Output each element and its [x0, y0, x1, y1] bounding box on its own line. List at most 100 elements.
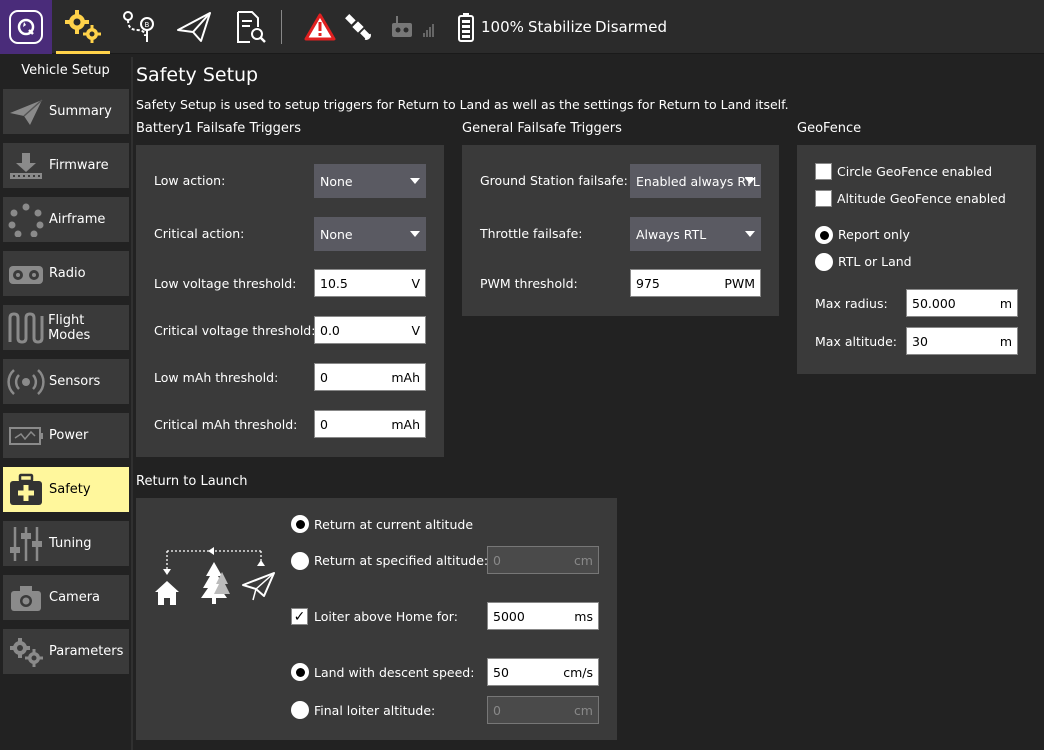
analyze-button[interactable] — [228, 0, 272, 54]
sidebar-item-sensors[interactable]: Sensors — [3, 359, 129, 404]
sidebar-item-airframe[interactable]: Airframe — [3, 197, 129, 242]
download-icon — [3, 143, 49, 188]
sidebar-item-parameters[interactable]: Parameters — [3, 629, 129, 674]
rtl-illustration — [155, 547, 275, 605]
sidebar-item-firmware[interactable]: Firmware — [3, 143, 129, 188]
return-specified-alt-radio[interactable] — [291, 552, 309, 570]
max-radius-field[interactable]: 50.000 m — [906, 289, 1018, 317]
pwm-threshold-field[interactable]: 975 PWM — [630, 269, 761, 297]
altitude-geofence-label: Altitude GeoFence enabled — [837, 191, 1006, 206]
arm-state-indicator[interactable]: Disarmed — [595, 18, 667, 36]
return-current-alt-radio[interactable] — [291, 515, 309, 533]
paper-plane-icon — [177, 12, 211, 42]
geofence-panel: Circle GeoFence enabled Altitude GeoFenc… — [797, 145, 1036, 374]
loiter-home-checkbox[interactable]: ✓ — [291, 608, 308, 625]
warning-icon — [304, 13, 336, 41]
rtl-or-land-radio[interactable] — [815, 253, 833, 271]
document-search-icon — [237, 11, 266, 43]
critical-voltage-field[interactable]: 0.0 V — [314, 316, 426, 344]
final-loiter-field: 0 cm — [487, 696, 599, 724]
qgc-logo-button[interactable] — [0, 0, 52, 54]
sidebar-item-power[interactable]: Power — [3, 413, 129, 458]
low-voltage-label: Low voltage threshold: — [154, 276, 297, 291]
rc-rssi-indicator[interactable] — [388, 0, 440, 54]
land-descent-radio[interactable] — [291, 663, 309, 681]
sidebar-item-tuning[interactable]: Tuning — [3, 521, 129, 566]
critical-voltage-value: 0.0 — [320, 322, 340, 338]
pwm-threshold-label: PWM threshold: — [480, 276, 578, 291]
land-descent-label: Land with descent speed: — [314, 665, 475, 680]
sidebar-item-camera[interactable]: Camera — [3, 575, 129, 620]
return-specified-alt-value: 0 — [493, 552, 501, 568]
waypoint-route-icon: B — [123, 11, 154, 42]
chevron-down-icon — [745, 231, 755, 237]
sidebar-item-summary[interactable]: Summary — [3, 89, 129, 134]
airframe-icon — [3, 197, 49, 242]
critical-voltage-label: Critical voltage threshold: — [154, 323, 316, 338]
sidebar-item-flight-modes[interactable]: Flight Modes — [3, 305, 129, 350]
sidebar-item-radio[interactable]: Radio — [3, 251, 129, 296]
max-altitude-field[interactable]: 30 m — [906, 327, 1018, 355]
circle-geofence-checkbox[interactable] — [815, 163, 832, 180]
rtl-or-land-label: RTL or Land — [838, 254, 912, 269]
low-mah-value: 0 — [320, 369, 328, 385]
radio-selected-dot — [295, 519, 305, 529]
sidebar-item-label: Tuning — [49, 536, 92, 551]
sidebar-item-label: Sensors — [49, 374, 101, 389]
vehicle-setup-button[interactable] — [56, 0, 110, 54]
throttle-failsafe-label: Throttle failsafe: — [480, 226, 583, 241]
satellite-icon — [345, 14, 371, 40]
pwm-threshold-unit: PWM — [724, 276, 755, 291]
qgc-logo-icon — [9, 10, 43, 44]
critical-mah-value: 0 — [320, 416, 328, 432]
battery-percent: 100% — [481, 18, 524, 36]
fly-view-button[interactable] — [172, 0, 216, 54]
sidebar-item-label: Flight Modes — [48, 312, 91, 343]
messages-indicator[interactable] — [302, 0, 338, 54]
low-action-combo[interactable]: None — [314, 164, 426, 198]
rtl-panel: Return at current altitude Return at spe… — [136, 498, 617, 740]
final-loiter-radio[interactable] — [291, 701, 309, 719]
land-descent-field[interactable]: 50 cm/s — [487, 658, 599, 686]
general-section-title: General Failsafe Triggers — [462, 121, 622, 136]
max-radius-value: 50.000 — [912, 295, 956, 311]
sidebar-item-label: Airframe — [49, 212, 106, 227]
critical-mah-field[interactable]: 0 mAh — [314, 410, 426, 438]
power-icon — [3, 413, 49, 458]
low-voltage-unit: V — [411, 276, 420, 291]
radio-selected-dot — [295, 667, 305, 677]
radio-icon — [3, 251, 49, 296]
throttle-failsafe-combo[interactable]: Always RTL — [630, 217, 761, 251]
svg-text:B: B — [145, 21, 150, 29]
battery-indicator[interactable] — [454, 0, 478, 54]
critical-voltage-unit: V — [411, 323, 420, 338]
report-only-radio[interactable] — [815, 226, 833, 244]
trees-icon — [201, 562, 230, 604]
sliders-icon — [3, 521, 49, 566]
gps-indicator[interactable] — [342, 0, 376, 54]
critical-action-combo[interactable]: None — [314, 217, 426, 251]
geofence-section-title: GeoFence — [797, 121, 862, 136]
paper-plane-icon — [3, 89, 49, 134]
sensors-icon — [3, 359, 49, 404]
low-voltage-field[interactable]: 10.5 V — [314, 269, 426, 297]
flight-mode-selector[interactable]: Stabilize — [528, 18, 592, 36]
max-radius-label: Max radius: — [815, 296, 888, 311]
plan-view-button[interactable]: B — [116, 0, 160, 54]
sidebar-item-safety[interactable]: Safety — [3, 467, 129, 512]
battery-icon — [458, 13, 474, 42]
main-toolbar: B 100% Stabilize Disarmed — [0, 0, 1044, 54]
throttle-failsafe-value: Always RTL — [636, 226, 707, 242]
loiter-home-unit: ms — [574, 609, 593, 624]
low-mah-field[interactable]: 0 mAh — [314, 363, 426, 391]
sidebar-item-label: Parameters — [49, 644, 124, 659]
low-mah-label: Low mAh threshold: — [154, 370, 279, 385]
altitude-geofence-checkbox[interactable] — [815, 190, 832, 207]
battery-section-title: Battery1 Failsafe Triggers — [136, 121, 302, 136]
low-mah-unit: mAh — [391, 370, 420, 385]
pwm-threshold-value: 975 — [636, 275, 660, 291]
critical-action-value: None — [320, 226, 353, 242]
gcs-failsafe-combo[interactable]: Enabled always RTL — [630, 164, 761, 198]
home-icon — [155, 581, 179, 605]
loiter-home-field[interactable]: 5000 ms — [487, 602, 599, 630]
